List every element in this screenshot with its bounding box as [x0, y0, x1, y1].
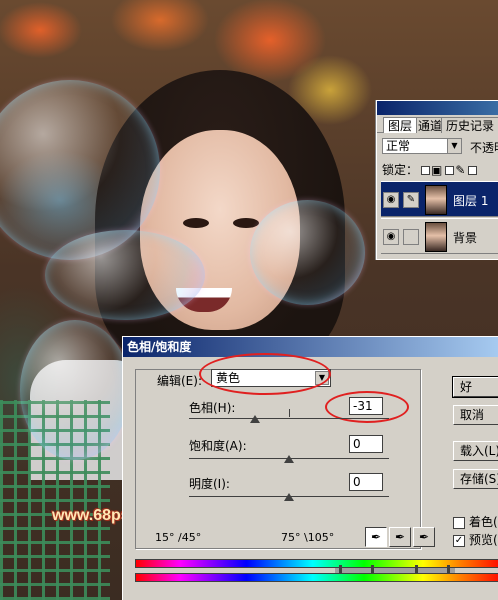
lock-position-checkbox[interactable] [468, 166, 478, 175]
layer-row-layer-1[interactable]: ◉ ✎ 图层 1 [381, 181, 498, 217]
lock-label: 锁定： [382, 163, 419, 177]
lock-pixels-checkbox[interactable] [445, 166, 455, 175]
range-marker[interactable] [447, 565, 450, 573]
ok-button[interactable]: 好 [453, 377, 498, 397]
eye-icon[interactable]: ◉ [383, 229, 399, 245]
saturation-slider[interactable] [189, 453, 389, 463]
lock-transparency-checkbox[interactable] [421, 166, 431, 175]
soap-bubble [250, 200, 365, 305]
save-button[interactable]: 存储(S)... [453, 469, 498, 489]
hue-slider-knob[interactable] [250, 415, 260, 423]
range-marker[interactable] [371, 565, 374, 573]
saturation-label: 饱和度(A): [189, 439, 247, 453]
saturation-input[interactable]: 0 [349, 435, 383, 453]
colorize-checkbox[interactable]: 着色(O) [453, 513, 498, 530]
eyedropper-plus-icon[interactable]: ✒ [389, 527, 411, 547]
hue-saturation-dialog: 色相/饱和度 编辑(E): 黄色 ▼ 色相(H): -31 饱和度(A): 0 … [122, 336, 498, 600]
load-button[interactable]: 载入(L)... [453, 441, 498, 461]
opacity-label: 不透明 [470, 141, 498, 155]
soap-bubble [45, 230, 205, 320]
layers-panel-titlebar[interactable] [377, 101, 498, 115]
highlight-oval [199, 353, 331, 395]
blend-row: 正常 ▼ 不透明 [382, 137, 498, 155]
layers-panel-tabs: 图层 通道 历史记录 [377, 115, 498, 133]
colorize-checkbox-box[interactable] [453, 516, 465, 529]
eye-icon[interactable]: ◉ [383, 192, 399, 208]
dialog-title: 色相/饱和度 [123, 337, 498, 357]
chevron-down-icon[interactable]: ▼ [447, 139, 461, 153]
photo-eye-left [183, 218, 209, 228]
spectrum-bar-bottom [135, 573, 498, 582]
cancel-button[interactable]: 取消 [453, 405, 498, 425]
saturation-slider-knob[interactable] [284, 455, 294, 463]
layer-row-background[interactable]: ◉ 背景 [381, 218, 498, 254]
tab-layers[interactable]: 图层 [383, 117, 418, 133]
layer-name: 图层 1 [453, 194, 489, 208]
eyedropper-icon[interactable]: ✒ [365, 527, 387, 547]
blend-mode-select[interactable]: 正常 ▼ [382, 138, 462, 154]
tab-history[interactable]: 历史记录 [441, 117, 498, 133]
preview-checkbox[interactable]: ✓ 预览(P) [453, 531, 498, 548]
lightness-input[interactable]: 0 [349, 473, 383, 491]
lock-transparency-icon: ▣ [431, 163, 443, 177]
soap-bubble [20, 320, 130, 460]
brush-icon: ✎ [455, 163, 466, 177]
brush-icon: ✎ [403, 192, 419, 208]
range-marker[interactable] [415, 565, 418, 573]
photo-eye-right [233, 218, 259, 228]
eyedropper-minus-icon[interactable]: ✒ [413, 527, 435, 547]
layer-thumbnail [425, 185, 447, 215]
link-slot[interactable] [403, 229, 419, 245]
lightness-slider-knob[interactable] [284, 493, 294, 501]
edit-label: 编辑(E): [157, 374, 202, 388]
lightness-label: 明度(I): [189, 477, 230, 491]
layer-name: 背景 [453, 231, 478, 245]
layers-panel: 图层 通道 历史记录 正常 ▼ 不透明 锁定： ▣ ✎ ◉ ✎ 图层 1 ◉ 背景 [376, 100, 498, 260]
range-right-label: 75° \105° [281, 531, 335, 544]
range-left-label: 15° /45° [155, 531, 202, 544]
lightness-slider[interactable] [189, 491, 389, 501]
hue-slider[interactable] [189, 409, 389, 423]
colorize-label: 着色(O) [469, 515, 498, 529]
slider-tick [289, 409, 290, 417]
preview-checkbox-box[interactable]: ✓ [453, 534, 465, 547]
layer-thumbnail [425, 222, 447, 252]
range-marker[interactable] [339, 565, 342, 573]
preview-label: 预览(P) [469, 533, 498, 547]
blend-mode-value: 正常 [386, 139, 411, 153]
lock-row: 锁定： ▣ ✎ [382, 161, 478, 178]
